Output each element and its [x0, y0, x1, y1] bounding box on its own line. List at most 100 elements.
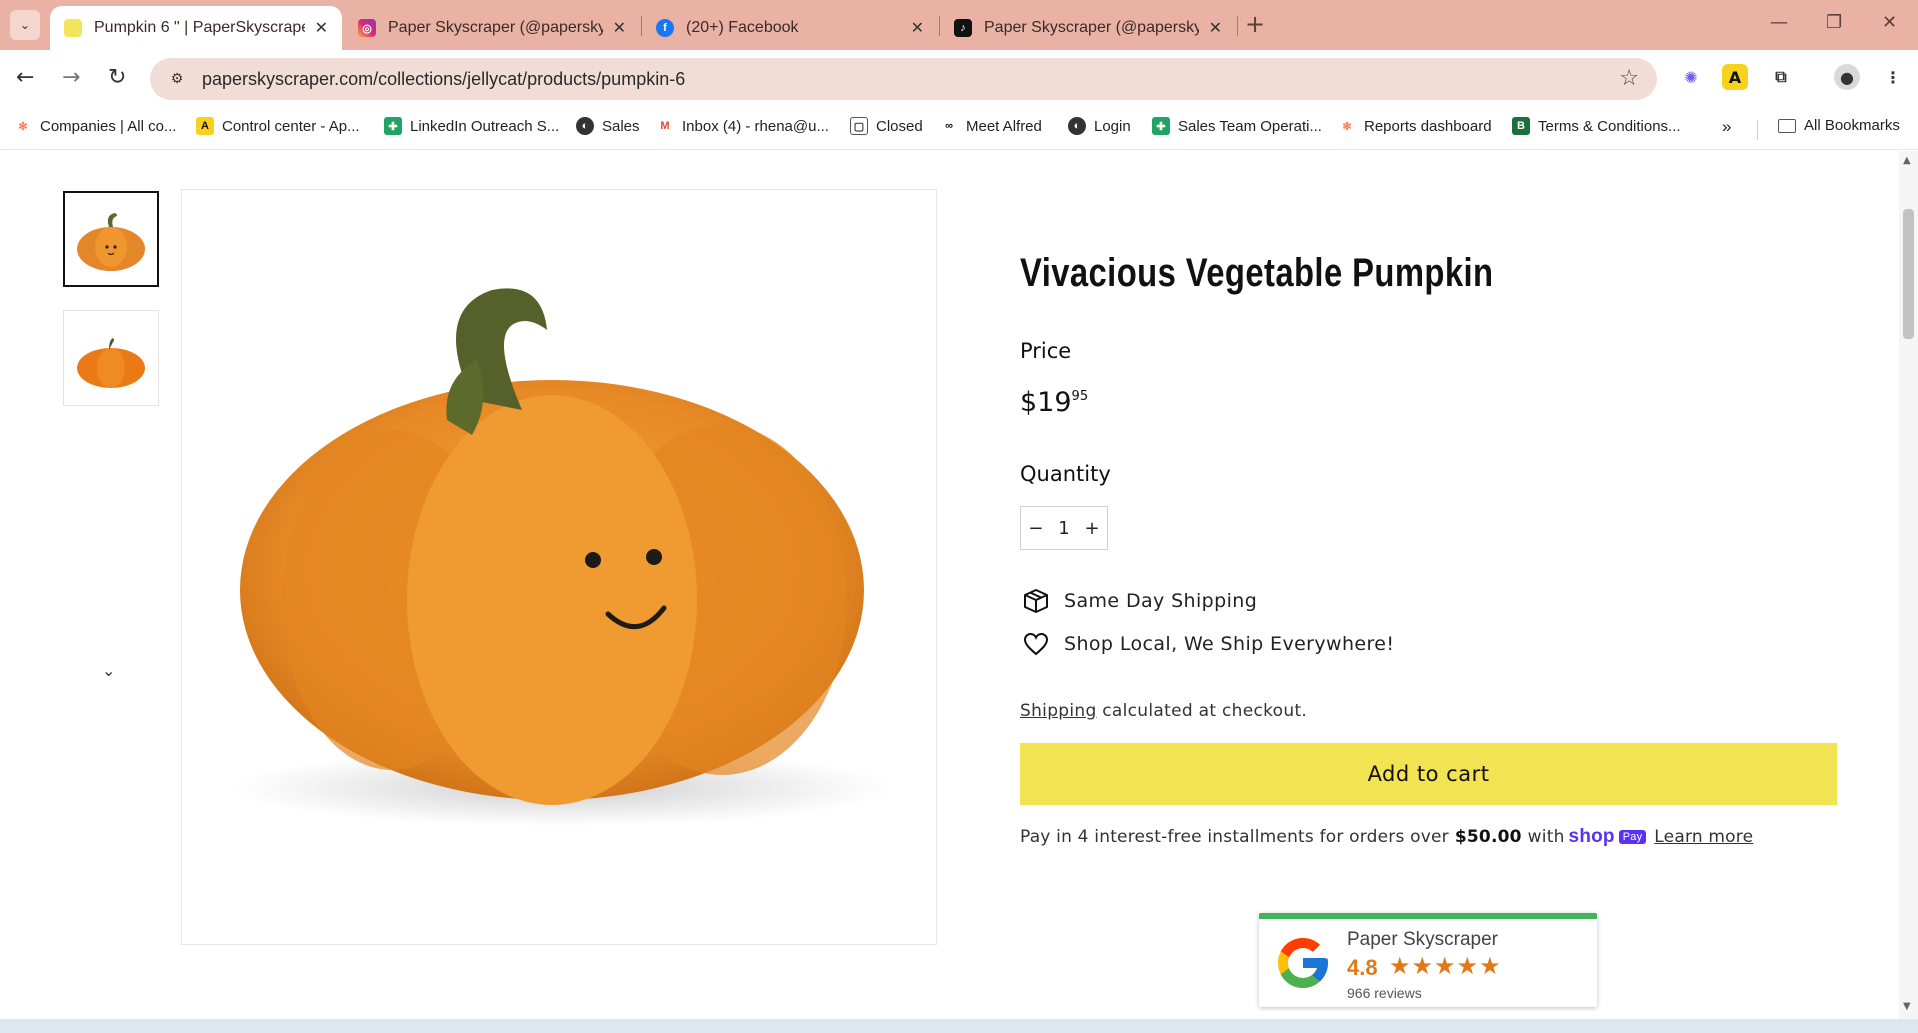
bookmark-item[interactable]: ◐ Sales	[576, 117, 640, 135]
shop-pay-badge: Pay	[1618, 830, 1647, 844]
add-to-cart-button[interactable]: Add to cart	[1020, 743, 1837, 805]
more-menu-icon[interactable]: ⋮	[1880, 64, 1906, 90]
facebook-icon: f	[656, 19, 674, 37]
extension-apollo-icon[interactable]: A	[1722, 64, 1748, 90]
review-rating: 4.8	[1347, 955, 1378, 980]
installments-note: Pay in 4 interest-free installments for …	[1020, 826, 1753, 848]
close-icon[interactable]: ✕	[315, 18, 328, 38]
shipping-note-text: calculated at checkout.	[1096, 701, 1308, 721]
bookmark-item[interactable]: B Terms & Conditions...	[1512, 117, 1681, 135]
close-icon[interactable]: ✕	[1209, 18, 1222, 38]
product-main-image[interactable]	[181, 189, 937, 945]
back-button[interactable]: ←	[16, 65, 34, 90]
quantity-stepper: − 1 +	[1020, 506, 1108, 550]
product-title: Vivacious Vegetable Pumpkin	[1020, 251, 1494, 295]
tiktok-icon: ♪	[954, 19, 972, 37]
thumbnail-2[interactable]	[63, 310, 159, 406]
price-cents: 95	[1071, 389, 1089, 404]
reload-button[interactable]: ↻	[108, 65, 126, 90]
bookmark-label: Reports dashboard	[1364, 117, 1492, 135]
bookmark-item[interactable]: ✚ LinkedIn Outreach S...	[384, 117, 559, 135]
google-reviews-badge[interactable]: Paper Skyscraper 4.8 ★★★★★ 966 reviews	[1259, 913, 1597, 1007]
scroll-down-icon[interactable]: ▼	[1903, 1001, 1911, 1012]
tab-search-button[interactable]: ⌄	[10, 10, 40, 40]
gmail-icon: M	[660, 120, 670, 132]
bookmark-item[interactable]: ◐ Login	[1068, 117, 1131, 135]
quantity-label: Quantity	[1020, 462, 1111, 486]
quantity-input[interactable]: 1	[1058, 518, 1069, 539]
tab-pumpkin[interactable]: Pumpkin 6 " | PaperSkyscraper.c ✕	[50, 6, 342, 50]
extensions-puzzle-icon[interactable]: ⧉	[1768, 64, 1794, 90]
star-rating-icon: ★★★★★	[1389, 952, 1502, 980]
price-label: Price	[1020, 339, 1072, 363]
product-price: $1995	[1020, 387, 1088, 418]
bookmark-label: Meet Alfred	[966, 117, 1042, 135]
bookmark-label: Sales Team Operati...	[1178, 117, 1322, 135]
restore-icon[interactable]: ❐	[1826, 12, 1842, 33]
review-count: 966 reviews	[1347, 985, 1422, 1001]
apollo-icon: A	[196, 117, 214, 135]
heart-icon	[1022, 632, 1050, 656]
bookmark-label: LinkedIn Outreach S...	[410, 117, 560, 135]
google-logo-icon	[1278, 938, 1328, 988]
bookmark-label: Closed	[876, 117, 923, 135]
review-business-name: Paper Skyscraper	[1347, 929, 1499, 950]
minimize-icon[interactable]: —	[1770, 12, 1788, 33]
thumbnail-1[interactable]	[63, 191, 159, 287]
bookmark-item[interactable]: ∞ Meet Alfred	[940, 117, 1042, 135]
installments-text: Pay in 4 interest-free installments for …	[1020, 827, 1449, 847]
all-bookmarks-button[interactable]: All Bookmarks	[1778, 117, 1900, 134]
scroll-up-icon[interactable]: ▲	[1903, 155, 1911, 166]
bookmark-label: Terms & Conditions...	[1538, 117, 1681, 135]
bookmark-item[interactable]: ✚ Sales Team Operati...	[1152, 117, 1322, 135]
divider	[1757, 120, 1758, 140]
url-text[interactable]: paperskyscraper.com/collections/jellycat…	[202, 69, 685, 90]
bookmark-item[interactable]: ✻ Reports dashboard	[1338, 117, 1492, 135]
box-icon	[1022, 588, 1050, 614]
tab-tiktok[interactable]: ♪ Paper Skyscraper (@paperskysc ✕	[940, 6, 1236, 50]
learn-more-link[interactable]: Learn more	[1654, 827, 1753, 847]
product-page: ⌄ Vivacious Vegetable Pumpkin Price $199…	[0, 151, 1898, 1019]
scrollbar-thumb[interactable]	[1903, 209, 1914, 339]
hubspot-icon: ✻	[18, 120, 28, 133]
site-settings-icon[interactable]: ⚙	[164, 66, 190, 92]
profile-avatar[interactable]: ●	[1834, 64, 1860, 90]
shop-pay-logo: shop	[1568, 826, 1615, 847]
pumpkin-image	[232, 288, 892, 826]
feature-text: Shop Local, We Ship Everywhere!	[1064, 633, 1395, 655]
chevron-down-icon[interactable]: ⌄	[102, 661, 115, 680]
bookmarks-bar: ✻ Companies | All co... A Control center -…	[0, 108, 1918, 150]
decrement-button[interactable]: −	[1028, 518, 1043, 539]
installments-with: with	[1527, 827, 1565, 847]
globe-icon: ◐	[576, 117, 594, 135]
page-scrollbar[interactable]: ▲ ▼	[1899, 151, 1918, 1019]
close-icon[interactable]: ✕	[613, 18, 626, 38]
more-bookmarks-label: »	[1722, 117, 1732, 136]
close-icon[interactable]: ✕	[911, 18, 924, 38]
pumpkin-side-thumbnail-image	[77, 338, 145, 388]
address-bar[interactable]: ⚙ paperskyscraper.com/collections/jellyc…	[150, 58, 1657, 100]
extension-perplexity-icon[interactable]: ✺	[1678, 64, 1704, 90]
new-tab-button[interactable]: +	[1245, 10, 1265, 38]
bookmark-item[interactable]: A Control center - Ap...	[196, 117, 360, 135]
bookmark-item[interactable]: ✻ Companies | All co...	[14, 117, 176, 135]
shipping-note: Shipping calculated at checkout.	[1020, 701, 1307, 721]
tab-title: (20+) Facebook	[686, 19, 799, 36]
bookmark-star-icon[interactable]: ☆	[1619, 66, 1639, 91]
increment-button[interactable]: +	[1085, 518, 1100, 539]
tab-instagram[interactable]: ◎ Paper Skyscraper (@paperskysc ✕	[344, 6, 640, 50]
shipping-link[interactable]: Shipping	[1020, 701, 1097, 721]
tab-divider	[1237, 16, 1238, 36]
more-bookmarks-button[interactable]: »	[1722, 117, 1731, 137]
all-bookmarks-label: All Bookmarks	[1804, 117, 1900, 134]
bookmark-item[interactable]: ▢ Closed	[850, 117, 923, 135]
bookmark-item[interactable]: M Inbox (4) - rhena@u...	[656, 117, 829, 135]
taskbar-strip	[0, 1019, 1918, 1033]
browser-toolbar: ← → ↻ ⚙ paperskyscraper.com/collections/…	[0, 50, 1918, 108]
forward-button[interactable]: →	[62, 65, 80, 90]
paper-skyscraper-favicon-icon	[64, 19, 82, 37]
tab-title: Paper Skyscraper (@paperskysc	[388, 19, 603, 36]
tab-facebook[interactable]: f (20+) Facebook ✕	[642, 6, 938, 50]
close-window-icon[interactable]: ✕	[1882, 12, 1897, 33]
tab-title: Paper Skyscraper (@paperskysc	[984, 19, 1199, 36]
